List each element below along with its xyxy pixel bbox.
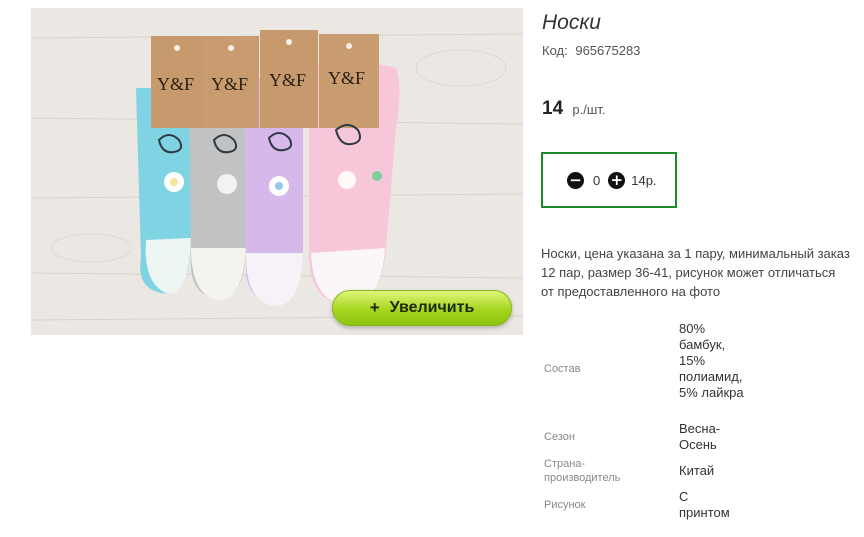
price-unit: р./шт. <box>572 102 606 117</box>
product-description: Носки, цена указана за 1 пару, минимальн… <box>541 246 850 299</box>
property-label-season: Сезон <box>544 431 575 443</box>
plus-icon: + <box>369 298 380 317</box>
cart-quantity-box: − 0 + 14р. <box>541 152 677 208</box>
quantity-value[interactable]: 0 <box>593 173 600 188</box>
product-photo[interactable]: Y&F Y&F Y&F Y&F + Увеличить <box>31 8 523 335</box>
product-code-value: 965675283 <box>575 43 641 58</box>
tag-brand-2: Y&F <box>211 74 248 94</box>
product-title: Носки <box>542 11 601 34</box>
tag-brand-1: Y&F <box>157 74 194 94</box>
socks-image: Y&F Y&F Y&F Y&F <box>31 8 523 335</box>
property-label-composition: Состав <box>544 363 581 375</box>
plus-circle-icon[interactable]: + <box>608 171 626 189</box>
minus-circle-icon[interactable]: − <box>567 171 584 189</box>
price-value: 14 <box>542 98 564 119</box>
property-value-country: Китай <box>679 463 715 478</box>
property-label-country: Страна-производитель <box>544 458 621 484</box>
property-value-season: Весна-Осень <box>679 421 721 452</box>
tag-brand-4: Y&F <box>328 68 365 88</box>
product-code-label: Код: <box>542 43 568 58</box>
property-label-pattern: Рисунок <box>544 499 586 511</box>
tag-brand-3: Y&F <box>269 70 306 90</box>
property-value-pattern: С принтом <box>679 489 730 520</box>
product-price: 14 р./шт. <box>542 98 605 120</box>
zoom-button-label: Увеличить <box>389 299 475 316</box>
zoom-button[interactable]: + Увеличить <box>332 290 512 326</box>
property-value-composition: 80% бамбук, 15% полиамид, 5% лайкра <box>679 321 744 400</box>
cart-total: 14р. <box>631 172 657 188</box>
product-code: Код: 965675283 <box>542 43 640 58</box>
